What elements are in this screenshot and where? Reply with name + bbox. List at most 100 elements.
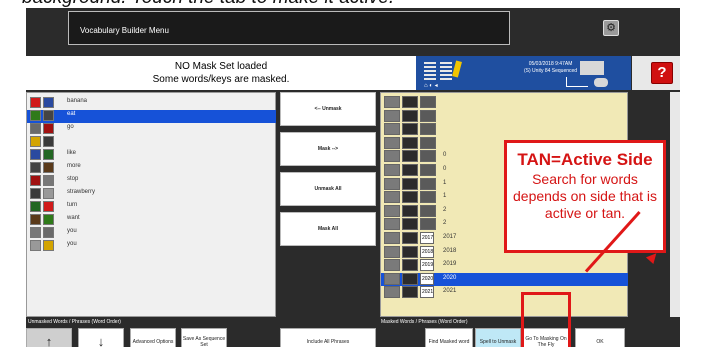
year-thumbnail: 2017 — [420, 232, 434, 244]
mask-button[interactable]: Mask --> — [280, 132, 376, 166]
picture-icon — [420, 136, 436, 149]
list-item[interactable]: stop — [27, 175, 276, 188]
list-item[interactable] — [381, 123, 628, 136]
unmasked-list-label: Unmasked Words / Phrases (Word Order) — [28, 319, 121, 325]
picture-icon — [30, 136, 41, 147]
picture-icon — [384, 150, 400, 163]
callout-heading: TAN=Active Side — [517, 150, 653, 169]
year-thumbnail: 2018 — [420, 245, 434, 258]
find-masked-word-button[interactable]: Find Masked word — [425, 328, 473, 347]
picture-icon — [43, 227, 54, 238]
picture-icon — [402, 204, 418, 217]
picture-icon — [43, 149, 54, 160]
picture-icon — [420, 177, 436, 190]
save-sequence-set-button[interactable]: Save As Sequence Set — [181, 328, 227, 347]
picture-icon — [402, 272, 418, 285]
mask-status-line2: Some words/keys are masked. — [152, 74, 290, 85]
picture-icon — [420, 123, 436, 136]
highlight-box — [521, 292, 571, 347]
list-item-label: like — [67, 150, 77, 156]
year-thumbnail: 2019 — [420, 259, 434, 272]
list-item-label: 2021 — [443, 288, 457, 295]
list-item[interactable]: you — [27, 227, 276, 240]
list-item[interactable]: you — [27, 240, 276, 253]
list-item-label: 2019 — [443, 261, 457, 268]
list-item-label: more — [67, 163, 81, 169]
list-item-label: 0 — [443, 166, 447, 172]
unmask-button[interactable]: <-- Unmask — [280, 92, 376, 126]
picture-icon — [420, 96, 436, 108]
list-item[interactable] — [381, 96, 628, 109]
list-item[interactable]: more — [27, 162, 276, 175]
picture-icon — [30, 201, 41, 212]
battery-icon — [424, 62, 436, 80]
picture-icon — [43, 136, 54, 147]
scroll-up-button[interactable]: ↑ — [26, 328, 72, 347]
list-item-label: 1 — [443, 179, 447, 186]
list-item[interactable]: turn — [27, 201, 276, 214]
scroll-down-button[interactable]: ↓ — [78, 328, 124, 347]
picture-icon — [30, 162, 41, 173]
unmask-all-button[interactable]: Unmask All — [280, 172, 376, 206]
vocabulary-builder-window: Vocabulary Builder Menu ⚙ NO Mask Set lo… — [26, 8, 680, 347]
picture-icon — [384, 96, 400, 108]
list-item[interactable]: 2021 2021 — [381, 286, 628, 299]
picture-icon — [43, 162, 54, 173]
settings-icon[interactable]: ⚙ — [603, 20, 619, 36]
include-all-phrases-button[interactable]: Include All Phrases — [280, 328, 376, 347]
list-item[interactable]: like — [27, 149, 276, 162]
list-item[interactable]: strawberry — [27, 188, 276, 201]
unmasked-words-list[interactable]: banana eat go like more stop strawberry turn wan… — [26, 92, 276, 317]
list-item-label: 2 — [443, 220, 447, 227]
help-icon[interactable]: ? — [651, 62, 673, 84]
list-item-label: go — [67, 124, 74, 130]
picture-icon — [384, 164, 400, 176]
list-item-label: stop — [67, 176, 79, 182]
callout-body: Search for words depends on side that is… — [513, 171, 657, 221]
picture-icon — [43, 214, 54, 225]
list-item-label: strawberry — [67, 189, 96, 195]
picture-icon — [30, 123, 41, 134]
graph-icon — [566, 77, 588, 87]
picture-icon — [384, 286, 400, 299]
year-thumbnail: 2020 — [420, 272, 434, 285]
picture-icon — [43, 201, 54, 212]
picture-icon — [402, 286, 418, 299]
list-item[interactable]: want — [27, 214, 276, 227]
list-item[interactable]: banana — [27, 97, 276, 110]
advanced-options-button[interactable]: Advanced Options — [130, 328, 176, 347]
picture-icon — [402, 245, 418, 258]
pencil-icon — [452, 60, 462, 78]
picture-icon — [43, 123, 54, 134]
list-item-label: 2017 — [443, 234, 457, 240]
spell-to-unmask-button[interactable]: Spell to Unmask — [475, 328, 521, 347]
device-datetime: 05/03/2018 9:47AM (S) Unity 84 Sequenced — [524, 61, 578, 74]
scrollbar[interactable] — [670, 92, 680, 317]
picture-icon — [30, 188, 41, 199]
list-item[interactable] — [381, 109, 628, 123]
list-item[interactable]: go — [27, 123, 276, 136]
picture-icon — [384, 245, 400, 258]
picture-icon — [384, 191, 400, 204]
speaker-icon — [594, 78, 608, 87]
picture-icon — [402, 232, 418, 244]
picture-icon — [384, 109, 400, 122]
status-panel: ⌂ ◐ ◂ 05/03/2018 9:47AM (S) Unity 84 Seq… — [416, 56, 631, 90]
list-item[interactable]: eat — [27, 110, 276, 123]
picture-icon — [43, 97, 54, 108]
picture-icon — [43, 188, 54, 199]
list-item-label: you — [67, 241, 77, 247]
picture-icon — [420, 218, 436, 231]
picture-icon — [402, 164, 418, 176]
list-item[interactable]: 2020 2020 — [381, 272, 628, 286]
mask-all-button[interactable]: Mask All — [280, 212, 376, 246]
picture-icon — [384, 123, 400, 136]
ok-button[interactable]: OK — [575, 328, 625, 347]
picture-icon — [43, 240, 54, 251]
picture-icon — [402, 191, 418, 204]
picture-icon — [402, 177, 418, 190]
picture-icon — [384, 136, 400, 149]
picture-icon — [30, 227, 41, 238]
picture-icon — [420, 191, 436, 204]
list-item[interactable] — [27, 136, 276, 149]
